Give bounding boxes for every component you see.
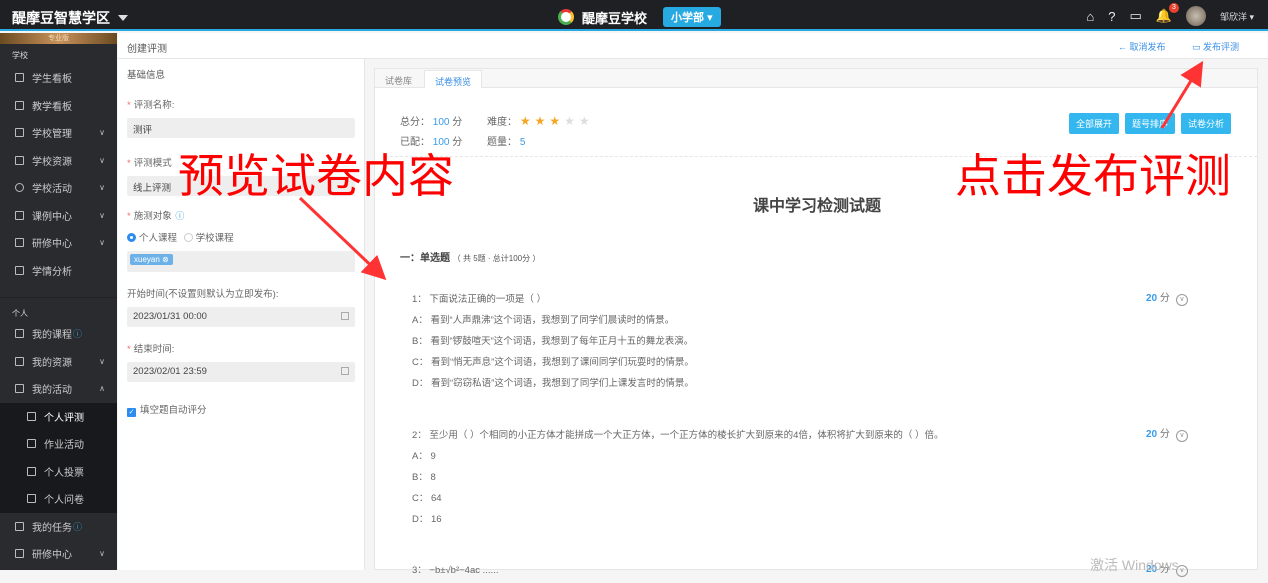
arrow-to-preview <box>298 196 387 281</box>
windows-watermark: 激活 Windows <box>1090 557 1179 573</box>
annotation-arrows <box>298 60 1204 281</box>
arrow-to-publish <box>1160 60 1204 129</box>
